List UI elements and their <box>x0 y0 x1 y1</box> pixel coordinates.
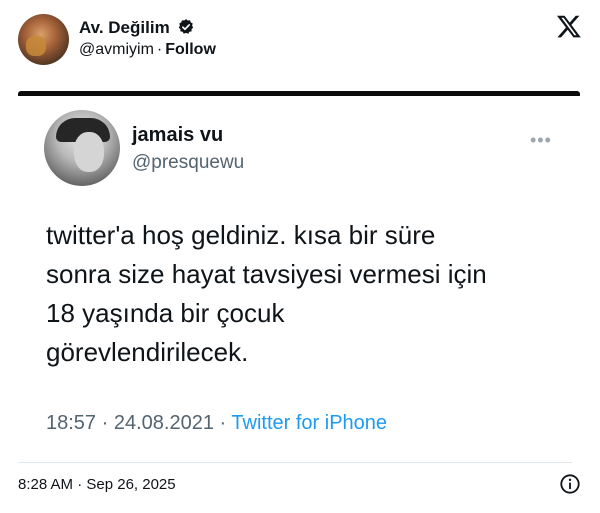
follow-button[interactable]: Follow <box>165 41 216 58</box>
quoted-tweet-card[interactable]: jamais vu @presquewu ••• twitter'a hoş g… <box>22 96 578 454</box>
quoted-time: 18:57 <box>46 412 97 434</box>
quoted-tweet-text: twitter'a hoş geldiniz. kısa bir süre so… <box>46 220 487 367</box>
author-avatar[interactable] <box>18 14 69 65</box>
meta-separator: · <box>219 412 227 434</box>
meta-separator: · <box>101 412 109 434</box>
more-icon[interactable]: ••• <box>530 130 552 151</box>
tweet-timestamp[interactable]: 8:28 AM · Sep 26, 2025 <box>18 476 176 493</box>
author-handle[interactable]: @avmiyim <box>79 41 154 58</box>
quoted-name[interactable]: jamais vu <box>132 124 223 147</box>
quoted-date: 24.08.2021 <box>113 412 214 434</box>
quoted-avatar[interactable] <box>44 110 120 186</box>
quoted-source-link[interactable]: Twitter for iPhone <box>231 412 387 434</box>
author-name[interactable]: Av. Değilim <box>79 18 170 38</box>
author-line: @avmiyim · Follow <box>79 41 216 59</box>
info-icon[interactable] <box>559 473 581 495</box>
x-logo-icon[interactable] <box>556 13 582 39</box>
separator-dot: · <box>156 41 163 58</box>
divider <box>18 462 572 463</box>
verified-badge-icon <box>178 19 194 34</box>
tweet-header: Av. Değilim @avmiyim · Follow <box>0 0 600 80</box>
quoted-handle[interactable]: @presquewu <box>132 152 244 174</box>
quoted-meta: 18:57 · 24.08.2021 · Twitter for iPhone <box>46 412 387 435</box>
